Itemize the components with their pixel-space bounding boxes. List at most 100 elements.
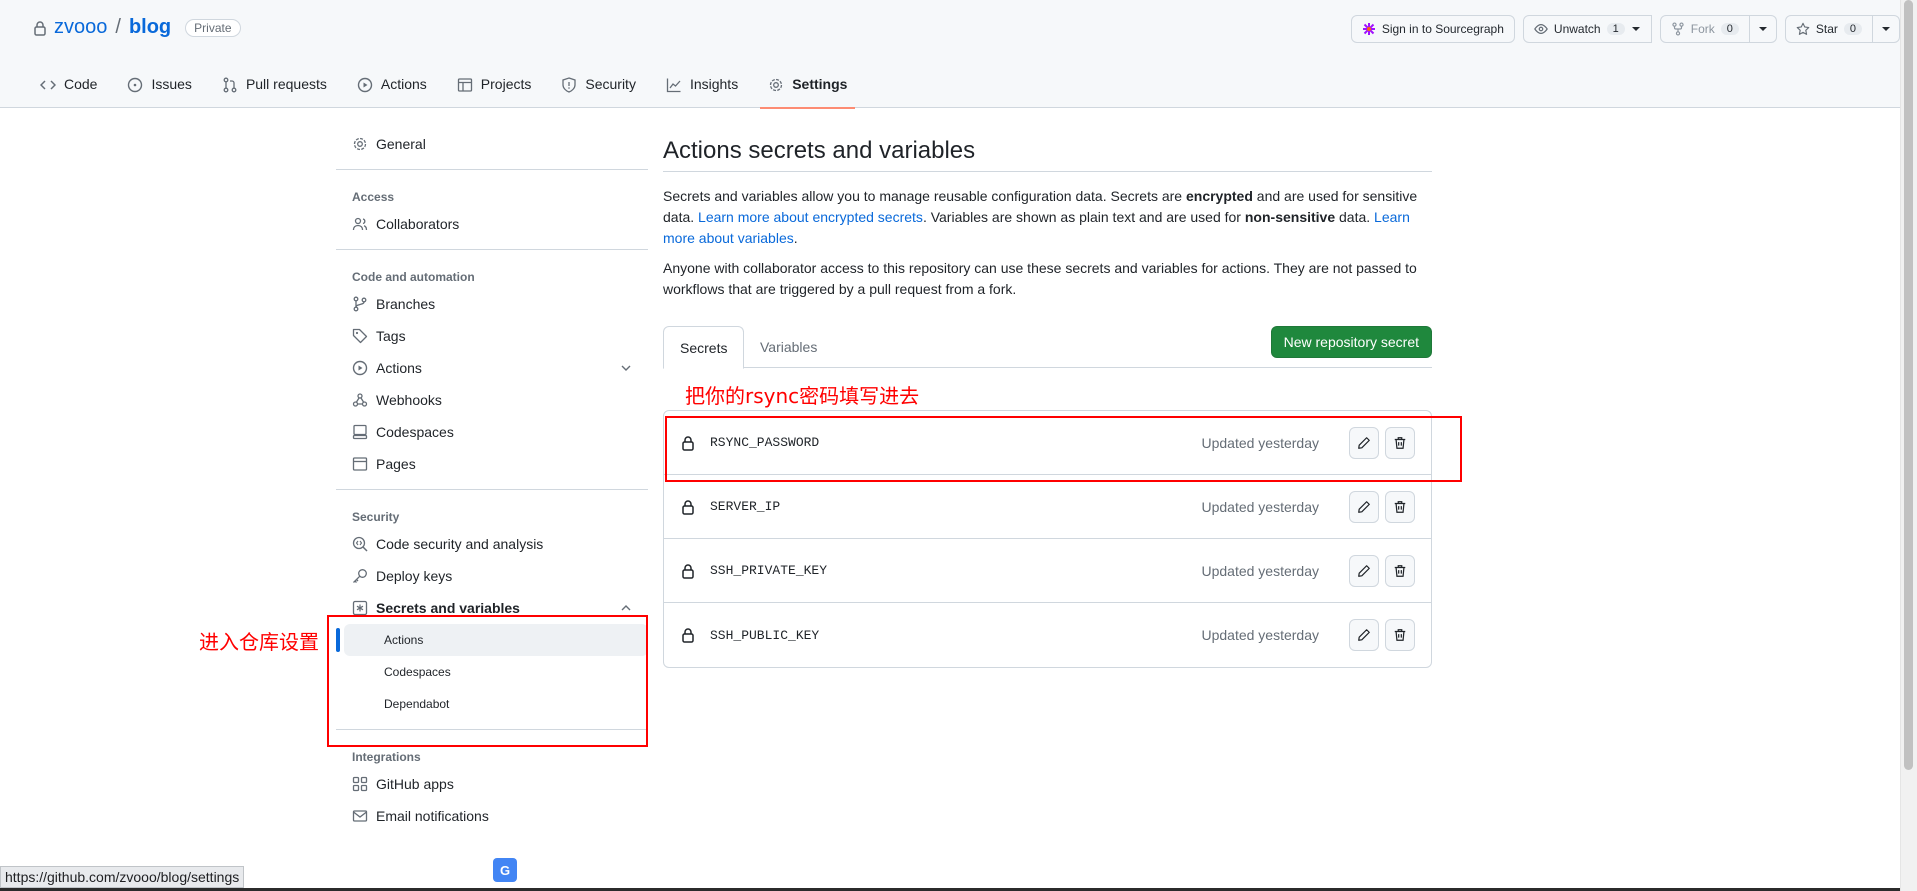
pencil-icon bbox=[1358, 564, 1370, 577]
unwatch-button[interactable]: Unwatch 1 bbox=[1522, 15, 1652, 43]
annotation-fill-rsync: 把你的rsync密码填写进去 bbox=[685, 384, 920, 408]
tab-variables-label: Variables bbox=[760, 339, 818, 355]
sidebar-item-label: Branches bbox=[376, 296, 436, 312]
tab-code-label: Code bbox=[64, 76, 98, 92]
shield-icon bbox=[562, 77, 577, 93]
tab-pull-requests[interactable]: Pull requests bbox=[214, 70, 335, 108]
tab-variables[interactable]: Variables bbox=[744, 326, 833, 368]
repo-name-link[interactable]: blog bbox=[129, 16, 171, 39]
webhook-icon bbox=[352, 393, 368, 407]
secret-updated: Updated yesterday bbox=[1201, 627, 1319, 643]
sidebar-item-general[interactable]: General bbox=[336, 128, 648, 160]
codespaces-icon bbox=[352, 424, 368, 440]
tab-issues[interactable]: Issues bbox=[119, 70, 199, 108]
tab-projects[interactable]: Projects bbox=[449, 70, 540, 108]
annotation-box-rsync-secret bbox=[665, 416, 1462, 482]
delete-secret-button[interactable] bbox=[1385, 554, 1415, 587]
fork-icon bbox=[1672, 22, 1684, 36]
trash-icon bbox=[1394, 629, 1406, 641]
tab-settings[interactable]: Settings bbox=[760, 70, 856, 109]
sidebar-item-label: Actions bbox=[376, 360, 422, 376]
trash-icon bbox=[1394, 564, 1406, 577]
new-repository-secret-button[interactable]: New repository secret bbox=[1270, 326, 1432, 358]
sidebar-item-collaborators[interactable]: Collaborators bbox=[336, 208, 648, 240]
sidebar-item-email-notifications[interactable]: Email notifications bbox=[336, 800, 648, 832]
sidebar-item-tags[interactable]: Tags bbox=[336, 320, 648, 352]
delete-secret-button[interactable] bbox=[1385, 490, 1415, 523]
fork-dropdown-button[interactable] bbox=[1749, 15, 1777, 43]
secret-updated: Updated yesterday bbox=[1201, 562, 1319, 579]
desc-text: . bbox=[793, 230, 798, 246]
lock-icon bbox=[682, 628, 694, 643]
sidebar-item-pages[interactable]: Pages bbox=[336, 448, 648, 480]
sidebar-item-deploy-keys[interactable]: Deploy keys bbox=[336, 560, 648, 592]
sidebar-item-code-security[interactable]: Code security and analysis bbox=[336, 528, 648, 560]
sidebar-item-label: GitHub apps bbox=[376, 776, 454, 792]
key-icon bbox=[353, 569, 367, 583]
repo-owner-link[interactable]: zvooo bbox=[54, 16, 107, 39]
eye-icon bbox=[1534, 24, 1548, 34]
star-button[interactable]: Star 0 bbox=[1784, 15, 1873, 43]
sidebar-item-branches[interactable]: Branches bbox=[336, 288, 648, 320]
star-group: Star 0 bbox=[1784, 15, 1900, 43]
sidebar-item-webhooks[interactable]: Webhooks bbox=[336, 384, 648, 416]
annotation-box-secrets-menu bbox=[327, 615, 648, 747]
sidebar-divider bbox=[336, 169, 648, 170]
lock-icon bbox=[682, 563, 694, 579]
play-icon bbox=[357, 77, 373, 93]
fork-group: Fork 0 bbox=[1659, 15, 1777, 43]
scrollbar-thumb[interactable] bbox=[1904, 0, 1913, 770]
desc-text: . Variables are shown as plain text and … bbox=[922, 209, 1245, 225]
table-row: SERVER_IP Updated yesterday bbox=[664, 475, 1431, 539]
caret-down-icon bbox=[1631, 27, 1640, 31]
sidebar-item-codespaces[interactable]: Codespaces bbox=[336, 416, 648, 448]
sidebar-divider bbox=[336, 489, 648, 490]
issue-icon bbox=[128, 77, 143, 93]
translate-icon[interactable]: G bbox=[493, 858, 517, 882]
star-label: Star bbox=[1815, 22, 1838, 36]
tab-secrets[interactable]: Secrets bbox=[663, 326, 745, 369]
sidebar-item-actions[interactable]: Actions bbox=[336, 352, 648, 384]
asterisk-icon bbox=[352, 600, 368, 616]
tab-pull-requests-label: Pull requests bbox=[245, 76, 327, 92]
repo-separator: / bbox=[115, 16, 121, 38]
pull-request-icon bbox=[223, 77, 237, 93]
secret-name: SSH_PRIVATE_KEY bbox=[710, 563, 828, 578]
sidebar-item-label: Webhooks bbox=[376, 392, 442, 408]
fork-button[interactable]: Fork 0 bbox=[1659, 15, 1750, 43]
caret-down-icon bbox=[1758, 27, 1767, 31]
browser-icon bbox=[352, 457, 368, 471]
tab-insights[interactable]: Insights bbox=[658, 70, 746, 108]
repo-header: zvooo / blog Private Sign in to Sourcegr… bbox=[0, 0, 1900, 109]
branch-icon bbox=[353, 296, 367, 312]
sidebar-item-label: Collaborators bbox=[376, 216, 460, 232]
sourcegraph-button[interactable]: Sign in to Sourcegraph bbox=[1350, 15, 1515, 43]
tab-settings-label: Settings bbox=[792, 76, 848, 92]
unwatch-label: Unwatch bbox=[1553, 22, 1601, 36]
edit-secret-button[interactable] bbox=[1349, 490, 1379, 523]
gear-icon bbox=[353, 137, 367, 151]
sidebar-item-label: Deploy keys bbox=[376, 568, 453, 584]
edit-secret-button[interactable] bbox=[1349, 619, 1379, 651]
secret-name: SERVER_IP bbox=[710, 499, 781, 514]
star-count: 0 bbox=[1843, 23, 1862, 35]
pencil-icon bbox=[1358, 500, 1370, 513]
desc-text: data. bbox=[1335, 209, 1375, 225]
unwatch-group: Unwatch 1 bbox=[1522, 15, 1652, 43]
tab-code[interactable]: Code bbox=[32, 70, 105, 108]
vertical-scrollbar[interactable] bbox=[1900, 0, 1917, 891]
star-dropdown-button[interactable] bbox=[1873, 15, 1900, 43]
annotation-enter-settings: 进入仓库设置 bbox=[199, 630, 319, 654]
table-row: SSH_PRIVATE_KEY Updated yesterday bbox=[664, 539, 1431, 603]
learn-encrypted-secrets-link[interactable]: Learn more about encrypted secrets bbox=[698, 209, 923, 225]
tab-security[interactable]: Security bbox=[553, 70, 644, 108]
edit-secret-button[interactable] bbox=[1349, 554, 1379, 587]
sidebar-item-github-apps[interactable]: GitHub apps bbox=[336, 768, 648, 800]
sourcegraph-icon bbox=[1362, 23, 1375, 35]
sidebar-item-label: Secrets and variables bbox=[376, 600, 520, 616]
status-bar-url: https://github.com/zvooo/blog/settings bbox=[0, 866, 245, 888]
delete-secret-button[interactable] bbox=[1385, 619, 1415, 651]
repo-title: zvooo / blog Private bbox=[32, 16, 241, 39]
visibility-badge: Private bbox=[185, 18, 241, 37]
tab-actions[interactable]: Actions bbox=[349, 70, 435, 108]
